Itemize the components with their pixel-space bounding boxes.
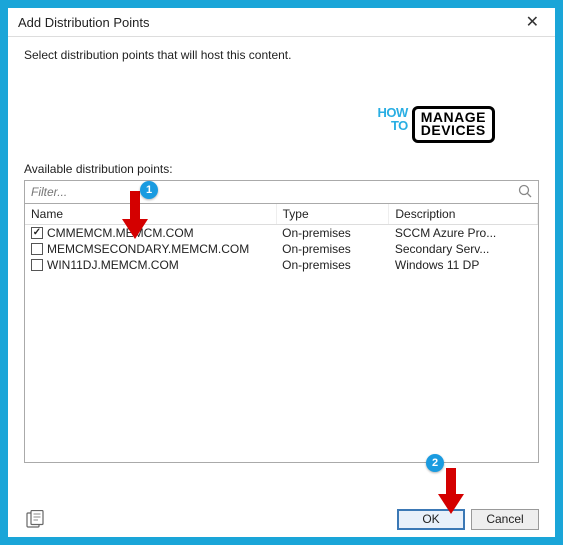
table-header-row: Name Type Description <box>25 204 538 225</box>
watermark-howto: HOW TO <box>377 106 407 132</box>
watermark-devices: DEVICES <box>421 124 486 137</box>
table-row[interactable]: MEMCMSECONDARY.MEMCM.COM On-premisesSecon… <box>25 241 538 257</box>
row-name: MEMCMSECONDARY.MEMCM.COM <box>47 242 249 256</box>
dialog-content: Select distribution points that will hos… <box>8 36 555 537</box>
watermark-logo: HOW TO MANAGE DEVICES <box>377 106 495 143</box>
watermark-to: TO <box>391 119 408 132</box>
watermark-box: MANAGE DEVICES <box>412 106 495 143</box>
filter-row <box>24 180 539 204</box>
dialog-add-distribution-points: Add Distribution Points ✕ Select distrib… <box>8 8 555 537</box>
instruction-text: Select distribution points that will hos… <box>24 48 539 62</box>
search-icon[interactable] <box>512 183 538 202</box>
col-header-type[interactable]: Type <box>276 204 389 225</box>
row-type: On-premises <box>276 225 389 242</box>
table-row[interactable]: CMMEMCM.MEMCM.COMOn-premisesSCCM Azure P… <box>25 225 538 242</box>
col-header-name[interactable]: Name <box>25 204 276 225</box>
row-type: On-premises <box>276 241 389 257</box>
row-checkbox[interactable] <box>31 259 43 271</box>
row-type: On-premises <box>276 257 389 273</box>
filter-input[interactable] <box>25 183 512 201</box>
available-label: Available distribution points: <box>24 162 539 176</box>
table-row[interactable]: WIN11DJ.MEMCM.COM On-premisesWindows 11 D… <box>25 257 538 273</box>
titlebar: Add Distribution Points ✕ <box>8 8 555 37</box>
annotation-arrow-2 <box>436 468 466 516</box>
row-description: Windows 11 DP <box>389 257 538 273</box>
row-name: WIN11DJ.MEMCM.COM <box>47 258 179 272</box>
help-icon[interactable] <box>26 510 46 531</box>
dialog-title: Add Distribution Points <box>18 15 150 30</box>
annotation-badge-1: 1 <box>140 181 158 199</box>
row-description: Secondary Serv... <box>389 241 538 257</box>
annotation-badge-2: 2 <box>426 454 444 472</box>
cancel-button[interactable]: Cancel <box>471 509 539 530</box>
close-icon[interactable]: ✕ <box>520 10 545 34</box>
row-checkbox[interactable] <box>31 243 43 255</box>
row-checkbox[interactable] <box>31 227 43 239</box>
col-header-description[interactable]: Description <box>389 204 538 225</box>
distribution-points-table: Name Type Description CMMEMCM.MEMCM.COMO… <box>24 204 539 463</box>
row-description: SCCM Azure Pro... <box>389 225 538 242</box>
